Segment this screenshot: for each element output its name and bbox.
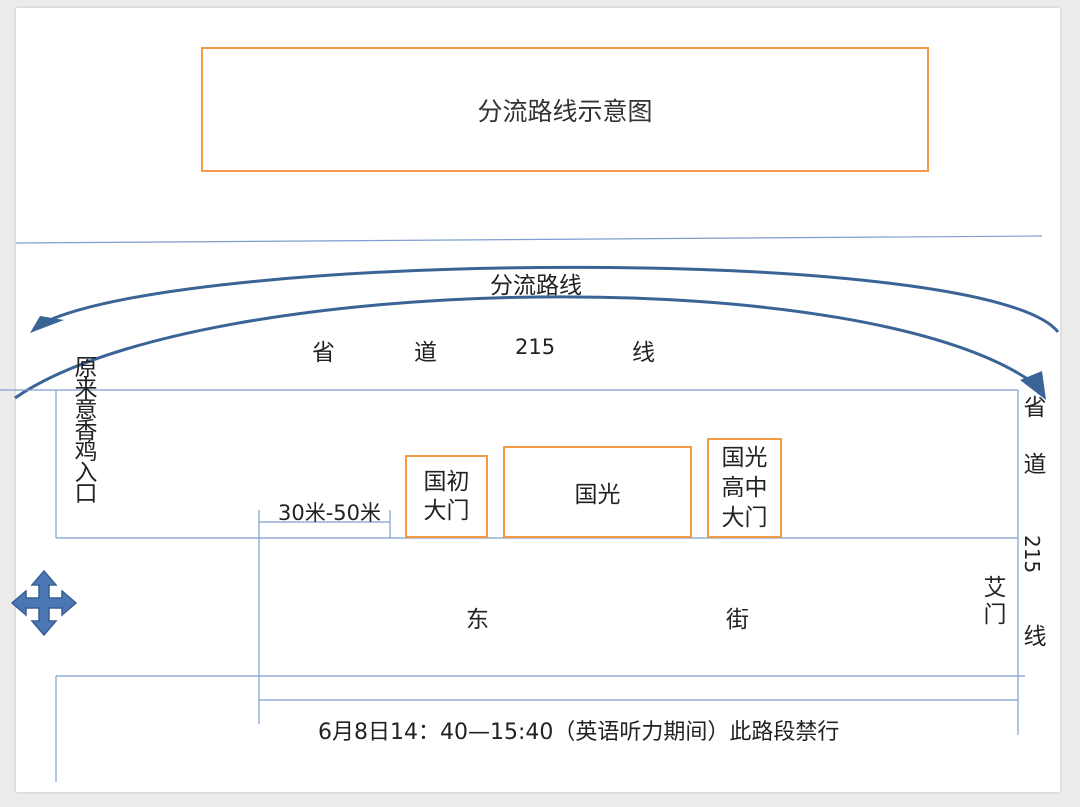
right-road-end: 线 [1019,624,1045,647]
gate-guoguang-high-label: 国光高中大门 [721,445,768,531]
title-box: 分流路线示意图 [201,47,929,172]
diversion-label: 分流路线 [490,273,582,299]
closure-notice: 6月8日14：40—15:40（英语听力期间）此路段禁行 [318,720,840,745]
gate-guoguang: 国光 [503,446,692,538]
left-entrance-label: 原来意香鸡入口 [70,355,96,502]
top-road-char-3: 线 [632,340,655,366]
gate-guoguang-high: 国光高中大门 [707,438,782,538]
top-road-number: 215 [515,335,556,359]
diagram-title: 分流路线示意图 [477,96,653,126]
arrowhead-left [30,316,64,333]
right-road-number: 215 [1020,535,1044,574]
separator-line [15,235,1043,244]
gate-guoguang-label: 国光 [574,482,621,508]
move-cross-icon [10,569,78,637]
gate-guochu: 国初大门 [405,455,488,538]
gate-guochu-label: 国初大门 [423,468,470,524]
ai-gate-label: 艾门 [979,575,1005,629]
street-char-street: 街 [726,607,749,633]
top-road-char-1: 省 [312,340,335,366]
top-road-char-2: 道 [414,340,437,366]
right-road-top: 省道 [1019,395,1045,509]
street-char-east: 东 [466,607,489,633]
distance-label: 30米-50米 [278,501,382,525]
